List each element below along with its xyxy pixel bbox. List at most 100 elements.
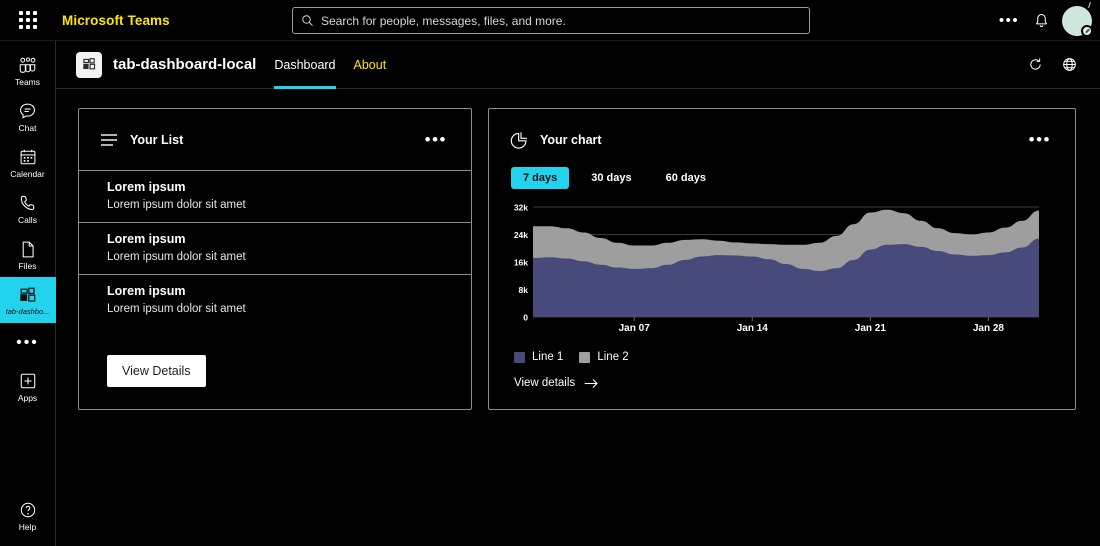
legend-label: Line 2	[597, 351, 629, 363]
x-axis-tick-label: Jan 21	[854, 323, 886, 334]
sidebar-item-chat[interactable]: Chat	[0, 93, 56, 139]
sidebar-item-label: Apps	[17, 393, 38, 403]
search-container: Search for people, messages, files, and …	[292, 7, 810, 34]
app-tab-icon	[18, 285, 37, 305]
chart-legend: Line 1 Line 2	[489, 339, 1075, 363]
sidebar-item-tab-dashboard[interactable]: tab-dashbo...	[0, 277, 56, 323]
pie-chart-icon	[509, 130, 529, 150]
user-avatar[interactable]	[1062, 1, 1093, 37]
sidebar-item-teams[interactable]: Teams	[0, 47, 56, 93]
apps-icon	[19, 371, 37, 391]
sidebar-item-label: tab-dashbo...	[5, 307, 50, 316]
sidebar-item-calls[interactable]: Calls	[0, 185, 56, 231]
globe-button[interactable]	[1058, 54, 1080, 76]
list-item-title: Lorem ipsum	[107, 180, 186, 194]
list-card-title: Your List	[130, 132, 184, 147]
app-header: tab-dashboard-local Dashboard About	[56, 41, 1100, 89]
sidebar-item-apps[interactable]: Apps	[0, 363, 56, 409]
refresh-icon	[1029, 58, 1041, 70]
top-bar: Microsoft Teams Search for people, messa…	[0, 0, 1100, 41]
app-header-actions	[1024, 54, 1080, 76]
sidebar-more-button[interactable]: •••	[0, 323, 56, 363]
tab-label: Dashboard	[274, 57, 336, 72]
sidebar-item-label: Teams	[14, 77, 41, 87]
y-axis-tick-label: 32k	[514, 203, 528, 213]
your-list-card: Your List ••• Lorem ipsum Lorem ipsum do…	[78, 108, 472, 410]
app-launcher-grid	[19, 11, 37, 29]
y-axis-tick-label: 0	[523, 313, 528, 322]
app-body: Teams Chat Calendar Calls Files tab-dash…	[0, 41, 1100, 546]
avatar-status-badge	[1081, 24, 1093, 37]
files-icon	[20, 239, 36, 259]
x-axis-tick-label: Jan 14	[736, 323, 768, 334]
chart-card-footer: View details	[489, 373, 1075, 409]
y-axis-tick-label: 16k	[514, 258, 528, 268]
x-axis-tick-label: Jan 07	[618, 323, 650, 334]
globe-icon	[1062, 58, 1076, 71]
chart-card-title: Your chart	[540, 133, 602, 147]
calls-icon	[19, 193, 37, 213]
list-item-title: Lorem ipsum	[107, 284, 186, 298]
calendar-icon	[19, 147, 37, 167]
y-axis-tick-label: 24k	[514, 230, 528, 240]
tab-label: About	[353, 57, 387, 72]
legend-label: Line 1	[532, 351, 564, 363]
list-item[interactable]: Lorem ipsum Lorem ipsum dolor sit amet	[79, 171, 471, 223]
legend-item-line-1[interactable]: Line 1	[514, 351, 563, 363]
list-card-header: Your List •••	[79, 109, 471, 171]
chart-x-axis-labels: Jan 07 Jan 14 Jan 21 Jan 28	[511, 323, 1075, 339]
tab-about[interactable]: About	[354, 41, 387, 89]
sidebar-item-label: Chat	[18, 123, 37, 133]
chart-card-menu-button[interactable]: •••	[1025, 131, 1055, 148]
main-region: tab-dashboard-local Dashboard About Your…	[56, 41, 1100, 546]
legend-swatch	[579, 351, 591, 363]
top-bar-actions: •••	[994, 0, 1093, 41]
more-dots: •••	[998, 11, 1020, 29]
arrow-right-icon	[584, 378, 598, 388]
teams-app-window: Microsoft Teams Search for people, messa…	[0, 0, 1100, 546]
tab-dashboard[interactable]: Dashboard	[274, 41, 336, 89]
app-icon	[76, 51, 102, 78]
list-item[interactable]: Lorem ipsum Lorem ipsum dolor sit amet	[79, 223, 471, 275]
left-rail: Teams Chat Calendar Calls Files tab-dash…	[0, 41, 56, 546]
view-details-link[interactable]: View details	[514, 377, 599, 389]
legend-swatch	[514, 351, 525, 363]
list-item-subtitle: Lorem ipsum dolor sit amet	[107, 251, 246, 263]
list-item-subtitle: Lorem ipsum dolor sit amet	[107, 199, 246, 211]
sidebar-more-dots: •••	[16, 334, 39, 351]
chat-icon	[18, 101, 37, 121]
refresh-button[interactable]	[1024, 54, 1046, 76]
teams-icon	[17, 55, 38, 75]
notifications-bell-icon	[1035, 13, 1047, 27]
app-tabs: Dashboard About	[274, 41, 386, 89]
app-launcher-icon[interactable]	[0, 11, 56, 29]
list-card-menu-button[interactable]: •••	[421, 131, 451, 148]
sidebar-item-label: Calendar	[10, 169, 45, 179]
sidebar-item-label: Calls	[18, 215, 37, 225]
page-title: tab-dashboard-local	[113, 56, 257, 73]
view-details-button[interactable]: View Details	[107, 355, 206, 387]
sidebar-item-label: Files	[18, 261, 37, 271]
legend-item-line-2[interactable]: Line 2	[579, 351, 629, 363]
sidebar-item-label: Help	[18, 522, 37, 532]
list-card-footer: View Details	[79, 355, 471, 409]
search-input[interactable]: Search for people, messages, files, and …	[292, 7, 810, 34]
search-placeholder: Search for people, messages, files, and …	[321, 13, 566, 28]
sidebar-item-files[interactable]: Files	[0, 231, 56, 277]
more-options-button[interactable]: •••	[994, 6, 1024, 36]
avatar-antenna	[1088, 1, 1091, 8]
sidebar-item-calendar[interactable]: Calendar	[0, 139, 56, 185]
list-item[interactable]: Lorem ipsum Lorem ipsum dolor sit amet	[79, 275, 471, 326]
view-details-link-label: View details	[514, 377, 576, 389]
list-lines-icon	[99, 130, 119, 150]
list-item-subtitle: Lorem ipsum dolor sit amet	[107, 303, 246, 315]
notifications-button[interactable]	[1026, 6, 1056, 36]
y-axis-tick-label: 8k	[519, 285, 529, 295]
x-axis-tick-label: Jan 28	[972, 323, 1004, 334]
list-card-spacer	[79, 326, 471, 355]
sidebar-item-help[interactable]: Help	[0, 492, 56, 538]
chart-plot-area: 0 8k 16k 24k 32k	[489, 203, 1075, 323]
help-icon	[19, 500, 37, 520]
brand-title: Microsoft Teams	[62, 12, 170, 28]
search-icon	[302, 15, 313, 26]
